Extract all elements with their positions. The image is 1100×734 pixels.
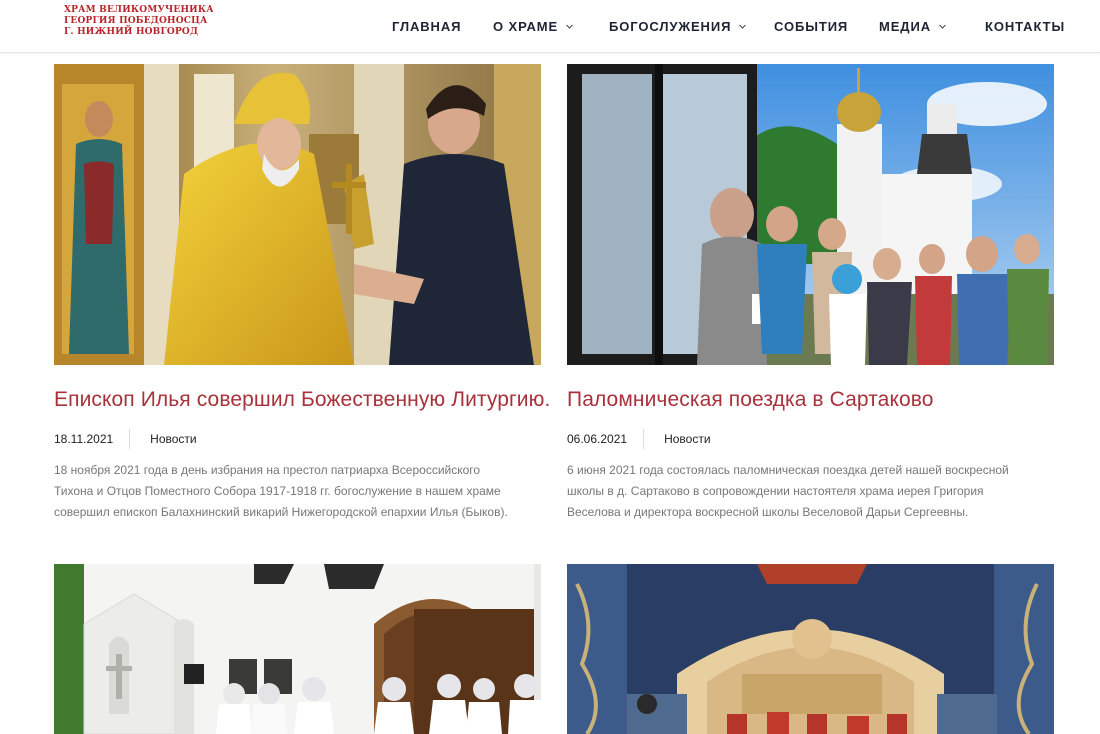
post-image[interactable] <box>54 64 541 365</box>
excerpt-line: 18 ноября 2021 года в день избрания на п… <box>54 463 481 477</box>
chevron-down-icon <box>565 22 574 31</box>
site-header: ХРАМ ВЕЛИКОМУЧЕНИКА ГЕОРГИЯ ПОБЕДОНОСЦА … <box>0 0 1100 53</box>
excerpt-line: Веселова и директора воскресной школы Ве… <box>567 505 969 519</box>
main-navigation: ГЛАВНАЯ О ХРАМЕ БОГОСЛУЖЕНИЯ СОБЫТИЯ МЕД… <box>0 16 1100 36</box>
nav-item-about[interactable]: О ХРАМЕ <box>493 16 574 36</box>
post-date: 06.06.2021 <box>567 432 628 446</box>
chevron-down-icon <box>738 22 747 31</box>
post-excerpt: 18 ноября 2021 года в день избрания на п… <box>54 460 524 523</box>
nav-item-label: БОГОСЛУЖЕНИЯ <box>609 18 732 34</box>
post-meta: 18.11.2021 Новости <box>54 429 197 449</box>
nav-item-label: СОБЫТИЯ <box>774 18 849 34</box>
excerpt-line: школы в д. Сартаково в сопровождении нас… <box>567 484 984 498</box>
nav-item-home[interactable]: ГЛАВНАЯ <box>392 16 461 36</box>
excerpt-line: Тихона и Отцов Поместного Собора 1917-19… <box>54 484 501 498</box>
post-image[interactable] <box>567 564 1054 734</box>
post-title[interactable]: Епископ Илья совершил Божественную Литур… <box>54 388 550 412</box>
nav-item-label: МЕДИА <box>879 18 931 34</box>
post-image[interactable] <box>54 564 541 734</box>
nav-item-media[interactable]: МЕДИА <box>879 16 947 36</box>
excerpt-line: совершил епископ Балахнинский викарий Ни… <box>54 505 508 519</box>
nav-item-contacts[interactable]: КОНТАКТЫ <box>985 16 1065 36</box>
nav-item-label: ГЛАВНАЯ <box>392 18 462 34</box>
post-title[interactable]: Паломническая поездка в Сартаково <box>567 388 934 412</box>
nav-item-label: О ХРАМЕ <box>493 18 559 34</box>
post-image[interactable] <box>567 64 1054 365</box>
nav-item-label: КОНТАКТЫ <box>985 18 1066 34</box>
nav-item-services[interactable]: БОГОСЛУЖЕНИЯ <box>609 16 747 36</box>
nav-item-events[interactable]: СОБЫТИЯ <box>774 16 848 36</box>
chevron-down-icon <box>938 22 947 31</box>
post-meta: 06.06.2021 Новости <box>567 429 711 449</box>
post-excerpt: 6 июня 2021 года состоялась паломническа… <box>567 460 1037 523</box>
logo-line: ХРАМ ВЕЛИКОМУЧЕНИКА <box>64 5 214 15</box>
post-date: 18.11.2021 <box>54 432 114 446</box>
post-category-link[interactable]: Новости <box>644 432 710 446</box>
post-category-link[interactable]: Новости <box>130 432 196 446</box>
excerpt-line: 6 июня 2021 года состоялась паломническа… <box>567 463 1009 477</box>
